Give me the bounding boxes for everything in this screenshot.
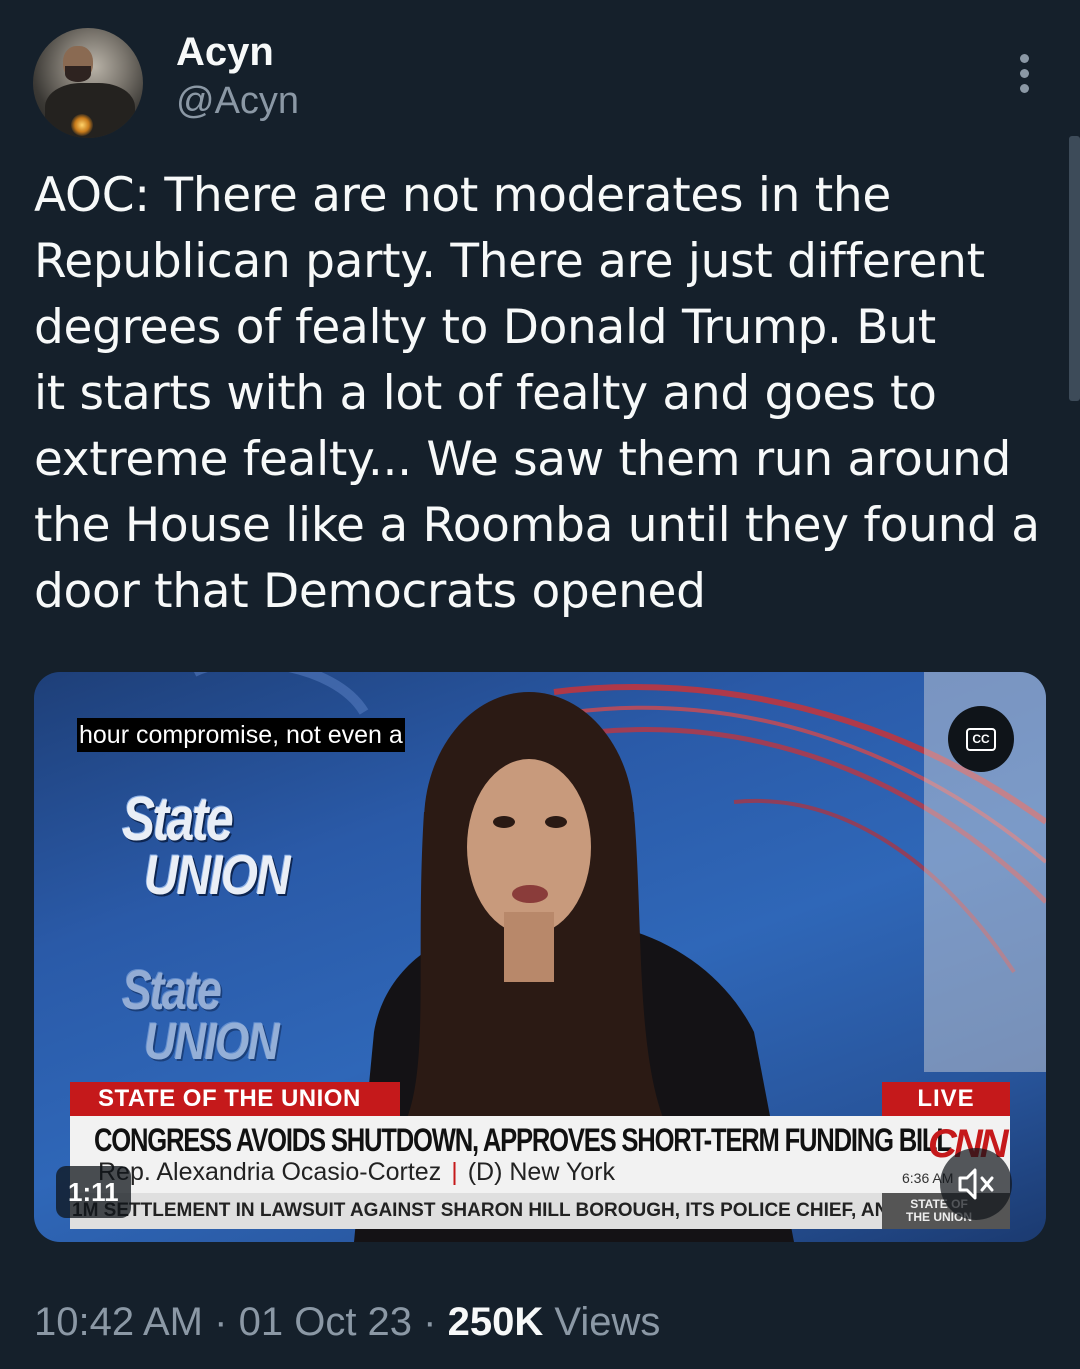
tweet-time[interactable]: 10:42 AM — [34, 1300, 203, 1344]
meta-separator: · — [423, 1300, 437, 1344]
closed-caption: hour compromise, not even a — [77, 718, 405, 752]
avatar-light-glow — [71, 114, 93, 136]
speaker-muted-icon — [958, 1168, 994, 1200]
tweet-text-line: door that Democrats opened — [34, 564, 706, 619]
cc-icon: CC — [966, 728, 996, 751]
avatar-figure-beard — [65, 66, 91, 82]
author-handle[interactable]: @Acyn — [176, 80, 299, 123]
tweet-text-line: extreme fealty... We saw them run around — [34, 432, 1011, 487]
tweet-text-line: AOC: There are not moderates in the — [34, 168, 891, 223]
video-duration: 1:11 — [56, 1166, 131, 1218]
chyron-main: CONGRESS AVOIDS SHUTDOWN, APPROVES SHORT… — [70, 1116, 1010, 1193]
tweet-text-line: the House like a Roomba until they found… — [34, 498, 1040, 553]
author-display-name[interactable]: Acyn — [176, 30, 274, 75]
more-options-icon[interactable] — [1008, 52, 1042, 96]
guest-affiliation: (D) New York — [467, 1158, 615, 1186]
guest-name: Rep. Alexandria Ocasio-Cortez — [98, 1158, 442, 1186]
closed-captions-button[interactable]: CC — [948, 706, 1014, 772]
tweet-text-line: degrees of fealty to Donald Trump. But — [34, 300, 936, 355]
views-label: Views — [554, 1300, 661, 1344]
news-ticker: 1M SETTLEMENT IN LAWSUIT AGAINST SHARON … — [70, 1193, 884, 1229]
chyron-show-name: STATE OF THE UNION — [70, 1082, 400, 1116]
tweet-date[interactable]: 01 Oct 23 — [239, 1300, 412, 1344]
chyron-guest: Rep. Alexandria Ocasio-Cortez | (D) New Yo… — [98, 1158, 615, 1186]
tweet-meta: 10:42 AM · 01 Oct 23 · 250K Views — [34, 1300, 660, 1345]
tweet-text: AOC: There are not moderates in the Repu… — [34, 163, 1044, 625]
tweet-text-line: it starts with a lot of fealty and goes … — [34, 366, 937, 421]
chyron-live-badge: LIVE — [882, 1082, 1010, 1116]
tweet-text-line: Republican party. There are just differe… — [34, 234, 985, 289]
views-count: 250K — [447, 1300, 544, 1344]
author-avatar[interactable] — [33, 28, 143, 138]
backdrop-logo-union: UNION — [144, 843, 291, 906]
meta-separator: · — [214, 1300, 228, 1344]
chyron-headline: CONGRESS AVOIDS SHUTDOWN, APPROVES SHORT… — [94, 1122, 952, 1158]
video-player[interactable]: State UNION State UNION hour compromise,… — [34, 672, 1046, 1242]
scrollbar[interactable] — [1069, 136, 1080, 401]
mute-button[interactable] — [940, 1148, 1012, 1220]
backdrop-logo-union-echo: UNION — [144, 1013, 280, 1071]
